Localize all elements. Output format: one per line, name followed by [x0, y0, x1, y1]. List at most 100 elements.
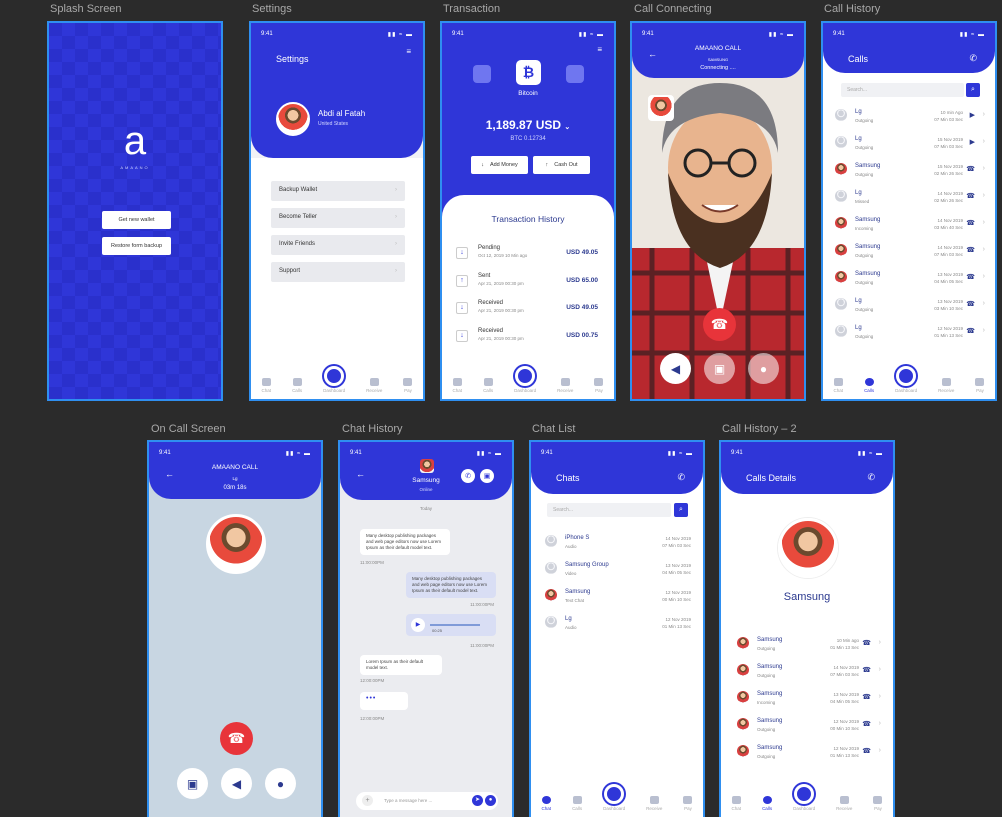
self-preview[interactable]: [648, 95, 674, 121]
phone-icon[interactable]: ☎: [966, 246, 975, 254]
nav-receive[interactable]: Receive: [836, 796, 852, 811]
play-icon[interactable]: ▶: [411, 618, 425, 632]
call-row[interactable]: Samsung Incoming 13 Nov 2019 04 Min 05 Sec ☎…: [737, 688, 881, 712]
phone-icon[interactable]: ☎: [966, 165, 975, 173]
call-row[interactable]: Samsung Outgoing 10 Min ago 01 Min 13 Sec ☎ ›: [737, 634, 881, 658]
speaker-button[interactable]: ◀: [221, 768, 252, 799]
call-row[interactable]: Samsung Outgoing 14 Nov 2019 07 Min 03 Sec ☎…: [835, 241, 985, 265]
filter-icon[interactable]: ≡: [406, 47, 411, 56]
nav-dashboard[interactable]: Dashboard: [323, 366, 345, 393]
phone-icon[interactable]: ☎: [966, 192, 975, 200]
call-row[interactable]: Samsung Outgoing 12 Nov 2019 01 Min 13 Sec ☎…: [737, 742, 881, 766]
nav-pay[interactable]: Pay: [873, 796, 883, 811]
nav-chat[interactable]: Chat: [732, 796, 741, 811]
phone-icon[interactable]: ☎: [862, 693, 871, 701]
nav-calls[interactable]: Calls: [572, 796, 582, 811]
mute-button[interactable]: ●: [265, 768, 296, 799]
phone-icon[interactable]: ☎: [862, 639, 871, 647]
video-call-button[interactable]: ▣: [480, 469, 494, 483]
phone-icon[interactable]: ☎: [966, 300, 975, 308]
end-call-button[interactable]: ☎: [703, 308, 736, 341]
phone-icon[interactable]: ☎: [966, 327, 975, 335]
call-row[interactable]: Lg Outgoing 13 Nov 2019 03 Min 10 Sec ☎ ›: [835, 295, 985, 319]
menu-become-teller[interactable]: Become Teller ›: [271, 208, 405, 228]
nav-dashboard[interactable]: Dashboard: [895, 366, 917, 393]
menu-backup-wallet[interactable]: Backup Wallet ›: [271, 181, 405, 201]
nav-dashboard[interactable]: Dashboard: [603, 784, 625, 811]
phone-icon[interactable]: ☎: [862, 666, 871, 674]
video-call-icon[interactable]: ▶: [970, 111, 975, 119]
microphone-icon[interactable]: ●: [485, 795, 496, 806]
nav-chat[interactable]: Chat: [453, 378, 462, 393]
nav-calls[interactable]: Calls: [864, 378, 874, 393]
call-row[interactable]: Samsung Outgoing 14 Nov 2019 07 Min 03 Sec ☎…: [737, 661, 881, 685]
phone-icon[interactable]: ☎: [862, 720, 871, 728]
nav-pay[interactable]: Pay: [594, 378, 604, 393]
message-input[interactable]: Type a message here ...: [384, 798, 432, 803]
chat-row[interactable]: Lg Audio 12 Nov 2019 01 Min 13 Sec: [545, 613, 691, 637]
voice-message[interactable]: ▶ 00:25: [406, 614, 496, 636]
get-new-wallet-button[interactable]: Get new wallet: [102, 211, 171, 229]
search-button[interactable]: ⌕: [674, 503, 688, 517]
bitcoin-icon[interactable]: ₿: [516, 60, 541, 85]
cash-out-button[interactable]: ↑ Cash Out: [533, 156, 590, 174]
nav-pay[interactable]: Pay: [683, 796, 693, 811]
search-input[interactable]: Search...: [841, 83, 964, 97]
transaction-row[interactable]: ↑ Sent Apr 21, 2019 00:30 pm USD 65.00: [456, 273, 602, 297]
phone-icon[interactable]: ✆: [969, 53, 977, 64]
nav-pay[interactable]: Pay: [975, 378, 985, 393]
call-row[interactable]: Samsung Outgoing 13 Nov 2019 04 Min 05 Sec ☎…: [835, 268, 985, 292]
transaction-row[interactable]: ↓ Pending Oct 12, 2019 10 Min ago USD 49.05: [456, 245, 602, 269]
nav-pay[interactable]: Pay: [403, 378, 413, 393]
phone-icon[interactable]: ✆: [677, 472, 685, 483]
nav-receive[interactable]: Receive: [646, 796, 662, 811]
nav-receive[interactable]: Receive: [366, 378, 382, 393]
nav-chat[interactable]: Chat: [262, 378, 271, 393]
chat-row[interactable]: iPhone S Audio 14 Nov 2019 07 Min 03 Sec: [545, 532, 691, 556]
coin-prev[interactable]: [473, 65, 491, 83]
coin-next[interactable]: [566, 65, 584, 83]
mute-button[interactable]: ●: [748, 353, 779, 384]
phone-icon[interactable]: ☎: [966, 219, 975, 227]
restore-backup-button[interactable]: Restore form backup: [102, 237, 171, 255]
call-row[interactable]: Lg Outgoing 10 min Ago 07 Min 03 Sec ▶ ›: [835, 106, 985, 130]
call-row[interactable]: Lg Outgoing 12 Nov 2019 01 Min 13 Sec ☎ ›: [835, 322, 985, 346]
nav-chat[interactable]: Chat: [834, 378, 843, 393]
call-row[interactable]: Lg Missed 14 Nov 2019 02 Min 26 Sec ☎ ›: [835, 187, 985, 211]
add-attachment-icon[interactable]: +: [362, 795, 373, 806]
call-duration: 01 Min 13 Sec: [830, 645, 859, 650]
chat-row[interactable]: Samsung Group Video 13 Nov 2019 04 Min 05 S…: [545, 559, 691, 583]
nav-chat[interactable]: Chat: [542, 796, 551, 811]
nav-receive[interactable]: Receive: [557, 378, 573, 393]
phone-icon[interactable]: ✆: [867, 472, 875, 483]
video-button[interactable]: ▣: [704, 353, 735, 384]
speaker-button[interactable]: ◀: [660, 353, 691, 384]
video-call-icon[interactable]: ▶: [970, 138, 975, 146]
balance-amount[interactable]: 1,189.87 USD ⌄: [442, 118, 614, 132]
call-row[interactable]: Lg Outgoing 15 Nov 2019 07 Min 03 Sec ▶ ›: [835, 133, 985, 157]
nav-dashboard[interactable]: Dashboard: [514, 366, 536, 393]
filter-icon[interactable]: ≡: [597, 45, 602, 54]
call-row[interactable]: Samsung Outgoing 15 Nov 2019 02 Min 26 Sec ☎…: [835, 160, 985, 184]
nav-receive[interactable]: Receive: [938, 378, 954, 393]
transaction-row[interactable]: ↓ Received Apr 21, 2019 00:30 pm USD 00.75: [456, 328, 602, 352]
nav-dashboard[interactable]: Dashboard: [793, 784, 815, 811]
video-button[interactable]: ▣: [177, 768, 208, 799]
call-row[interactable]: Samsung Incoming 14 Nov 2019 03 Min 40 Sec ☎…: [835, 214, 985, 238]
phone-icon[interactable]: ☎: [862, 747, 871, 755]
send-icon[interactable]: ➤: [472, 795, 483, 806]
menu-support[interactable]: Support ›: [271, 262, 405, 282]
end-call-button[interactable]: ☎: [220, 722, 253, 755]
add-money-button[interactable]: ↓ Add Money: [471, 156, 528, 174]
search-button[interactable]: ⌕: [966, 83, 980, 97]
phone-icon[interactable]: ☎: [966, 273, 975, 281]
nav-calls[interactable]: Calls: [292, 378, 302, 393]
nav-calls[interactable]: Calls: [762, 796, 772, 811]
search-input[interactable]: Search...: [547, 503, 671, 517]
call-button[interactable]: ✆: [461, 469, 475, 483]
nav-calls[interactable]: Calls: [483, 378, 493, 393]
transaction-row[interactable]: ↓ Received Apr 21, 2019 00:30 pm USD 49.05: [456, 300, 602, 324]
chat-row[interactable]: Samsung Text Chat 12 Nov 2019 00 Min 10 Sec: [545, 586, 691, 610]
call-row[interactable]: Samsung Outgoing 12 Nov 2019 00 Min 10 Sec ☎…: [737, 715, 881, 739]
menu-invite-friends[interactable]: Invite Friends ›: [271, 235, 405, 255]
